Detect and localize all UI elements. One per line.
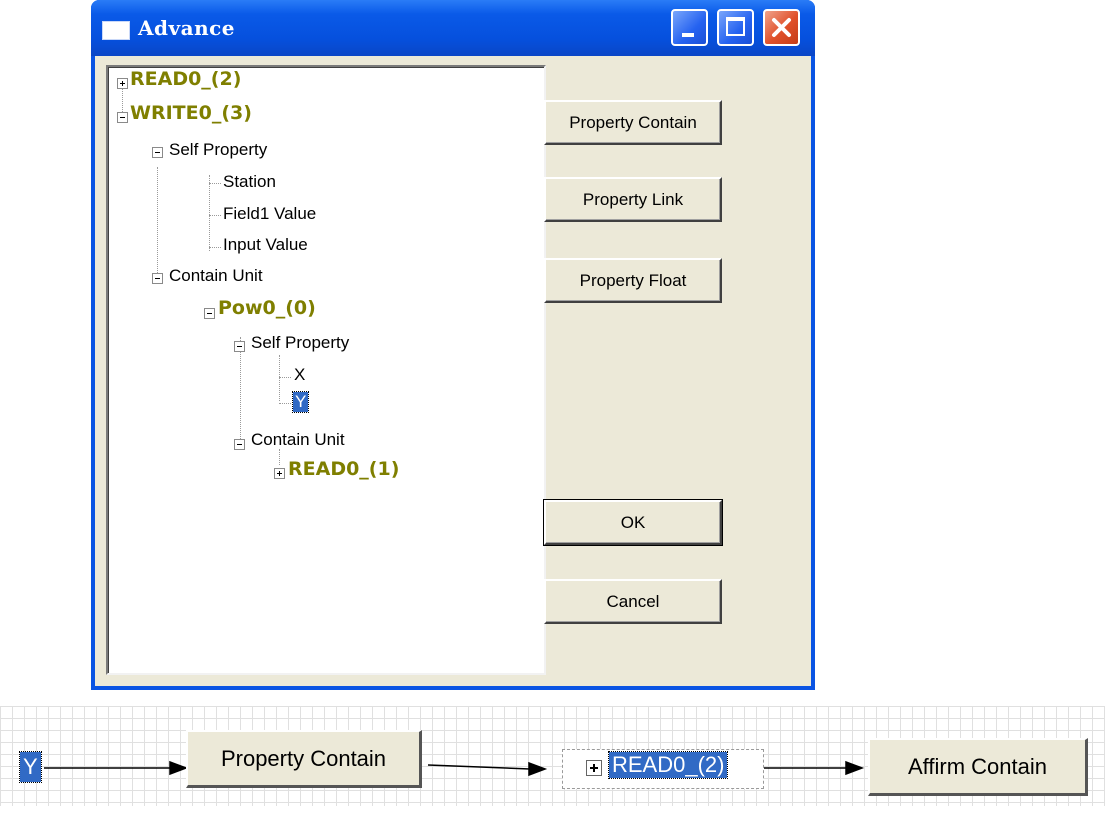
tree-connector xyxy=(157,167,158,275)
window-title: Advance xyxy=(138,16,236,40)
flow-affirm-contain-button: Affirm Contain xyxy=(868,738,1088,796)
collapse-icon[interactable] xyxy=(204,308,215,319)
window-icon xyxy=(102,21,130,40)
close-icon xyxy=(772,18,791,37)
close-button[interactable] xyxy=(763,9,800,46)
dialog-client-area: READ0_(2) WRITE0_(3) Self Property Stati… xyxy=(95,56,811,686)
title-bar[interactable]: Advance xyxy=(91,0,815,56)
tree-node-self-property-2[interactable]: Self Property xyxy=(251,333,349,353)
tree-node-input-value[interactable]: Input Value xyxy=(223,235,308,255)
cancel-button[interactable]: Cancel xyxy=(544,579,722,624)
property-link-button[interactable]: Property Link xyxy=(544,177,722,222)
tree-connector xyxy=(279,377,291,378)
tree-node-read0-2[interactable]: READ0_(2) xyxy=(130,68,241,90)
collapse-icon[interactable] xyxy=(234,341,245,352)
expand-icon[interactable] xyxy=(274,468,285,479)
tree-node-y-selected[interactable]: Y xyxy=(291,391,310,413)
expand-icon xyxy=(586,760,602,776)
minimize-button[interactable] xyxy=(671,9,708,46)
tree-connector xyxy=(209,215,221,216)
advance-dialog: Advance READ0_(2) WRITE0_(3) Self Proper… xyxy=(91,0,815,690)
property-float-button[interactable]: Property Float xyxy=(544,258,722,303)
flow-read0-2-selected: READ0_(2) xyxy=(607,751,729,779)
collapse-icon[interactable] xyxy=(152,147,163,158)
tree-connector xyxy=(209,247,221,248)
ok-button[interactable]: OK xyxy=(543,499,723,546)
tree-connector xyxy=(240,337,241,445)
tree-connector xyxy=(279,355,280,401)
unit-tree-view[interactable]: READ0_(2) WRITE0_(3) Self Property Stati… xyxy=(106,65,546,675)
maximize-icon xyxy=(726,17,745,36)
expand-icon[interactable] xyxy=(117,78,128,89)
collapse-icon[interactable] xyxy=(117,112,128,123)
tree-node-contain-unit-2[interactable]: Contain Unit xyxy=(251,430,345,450)
tree-node-field1-value[interactable]: Field1 Value xyxy=(223,204,316,224)
tree-connector xyxy=(279,403,291,404)
flow-property-contain-button: Property Contain xyxy=(186,730,422,788)
tree-node-pow0-0[interactable]: Pow0_(0) xyxy=(218,297,316,319)
minimize-icon xyxy=(682,33,694,37)
tree-node-self-property[interactable]: Self Property xyxy=(169,140,267,160)
tree-connector xyxy=(209,183,221,184)
tree-node-x[interactable]: X xyxy=(294,365,305,385)
tree-node-write0-3[interactable]: WRITE0_(3) xyxy=(130,102,252,124)
tree-connector xyxy=(279,449,280,465)
property-contain-button[interactable]: Property Contain xyxy=(544,100,722,145)
collapse-icon[interactable] xyxy=(234,439,245,450)
collapse-icon[interactable] xyxy=(152,273,163,284)
tree-node-read0-1[interactable]: READ0_(1) xyxy=(288,458,399,480)
tree-node-station[interactable]: Station xyxy=(223,172,276,192)
maximize-button[interactable] xyxy=(717,9,754,46)
tree-connector xyxy=(209,175,210,251)
tree-node-contain-unit[interactable]: Contain Unit xyxy=(169,266,263,286)
